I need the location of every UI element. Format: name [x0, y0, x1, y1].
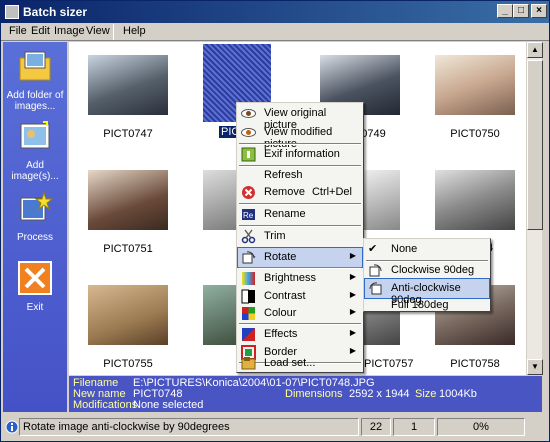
menu-item-brightness[interactable]: Brightness ▶ [238, 269, 362, 288]
rotate-icon [242, 251, 256, 264]
size-value: 1004Kb [439, 388, 477, 400]
folder-images-icon [19, 51, 51, 81]
submenu-arrow-icon: ▶ [349, 290, 356, 299]
thumbnail-pict0753[interactable] [364, 170, 400, 230]
exit-button[interactable]: Exit [3, 260, 67, 313]
scissors-icon [241, 229, 256, 244]
rotate-option-clockwise[interactable]: Clockwise 90deg [365, 261, 489, 280]
menu-view[interactable]: View [86, 25, 110, 37]
submenu-arrow-icon: ▶ [349, 328, 356, 337]
rename-icon: Re [242, 209, 255, 220]
menu-help[interactable]: Help [123, 25, 146, 37]
menu-edit[interactable]: Edit [31, 25, 50, 37]
exit-icon [18, 261, 52, 295]
eye-icon [241, 128, 256, 137]
thumbnail-caption: PICT0751 [103, 243, 153, 255]
status-progress: 0% [437, 418, 525, 436]
add-images-label: Add image(s)... [11, 160, 59, 182]
menu-item-rename[interactable]: Re Rename [238, 205, 362, 224]
menu-item-effects[interactable]: Effects ▶ [238, 325, 362, 344]
process-button[interactable]: Process [3, 190, 67, 243]
modifications-value: None selected [133, 399, 204, 411]
menu-item-load-set[interactable]: Load set... [238, 354, 362, 373]
checkmark-icon: ✔ [368, 243, 378, 255]
effects-icon [242, 328, 255, 341]
contrast-icon [241, 289, 255, 304]
thumbnail-pict0755[interactable] [88, 285, 168, 345]
status-bar: Rotate image anti-clockwise by 90degrees… [1, 414, 549, 441]
submenu-arrow-icon: ▶ [349, 251, 356, 260]
remove-shortcut: Ctrl+Del [311, 186, 352, 198]
rotate-option-full[interactable]: Full 180deg [365, 296, 489, 315]
close-button[interactable]: × [531, 4, 547, 18]
dimensions-value: 2592 x 1944 [349, 388, 410, 400]
submenu-arrow-icon: ▶ [349, 272, 356, 281]
scroll-thumb[interactable] [527, 60, 543, 230]
window-title: Batch sizer [23, 5, 88, 19]
app-window: Batch sizer _ □ × File Edit Image View H… [0, 0, 550, 442]
eye-icon [241, 109, 256, 118]
menu-image[interactable]: Image [54, 25, 85, 37]
rotate-clockwise-icon [369, 264, 382, 277]
status-count: 22 [361, 418, 391, 436]
minimize-button[interactable]: _ [497, 4, 513, 18]
menu-item-remove[interactable]: Remove Ctrl+Del [238, 183, 362, 202]
menu-item-exif[interactable]: Exif information [238, 145, 362, 164]
dimensions-label: Dimensions [285, 388, 343, 400]
scroll-down-arrow[interactable]: ▼ [527, 359, 543, 375]
context-menu: View original picture View modified pict… [236, 102, 364, 373]
add-images-button[interactable]: Add image(s)... [3, 118, 67, 182]
maximize-button[interactable]: □ [513, 4, 529, 18]
rotate-submenu: ✔ None Clockwise 90deg Anti-clockwise 90… [363, 238, 491, 312]
thumbnail-pict0756[interactable] [203, 285, 238, 345]
status-text: Rotate image anti-clockwise by 90degrees [19, 418, 359, 436]
submenu-arrow-icon: ▶ [349, 307, 356, 316]
thumbnail-pict0747[interactable] [88, 55, 168, 115]
sidebar: Add folder of images... Add image(s)... … [3, 42, 67, 412]
add-image-icon [20, 121, 50, 149]
exit-label: Exit [26, 302, 44, 313]
load-set-icon [241, 357, 256, 370]
rotate-anticlockwise-icon [369, 282, 382, 295]
remove-icon [242, 186, 255, 199]
thumbnail-caption: PICT0758 [450, 358, 500, 370]
info-panel: Filename E:\PICTURES\Konica\2004\01-07\P… [69, 376, 542, 412]
menu-item-view-original[interactable]: View original picture [238, 104, 362, 131]
thumbnail-pict0754[interactable] [435, 170, 515, 230]
info-icon [5, 420, 19, 434]
menu-item-trim[interactable]: Trim [238, 227, 362, 246]
menu-item-rotate[interactable]: Rotate ▶ [237, 247, 363, 268]
app-icon [5, 5, 19, 19]
add-folder-button[interactable]: Add folder of images... [3, 48, 67, 112]
process-icon [20, 191, 54, 221]
thumbnail-pict0751[interactable] [88, 170, 168, 230]
thumbnail-pict0750[interactable] [435, 55, 515, 115]
process-label: Process [16, 232, 54, 243]
thumbnail-caption: PICT0755 [103, 358, 153, 370]
title-bar: Batch sizer _ □ × [1, 1, 549, 23]
rotate-option-none[interactable]: ✔ None [365, 240, 489, 259]
add-folder-label: Add folder of images... [6, 90, 64, 112]
thumbnail-caption: PICT0750 [450, 128, 500, 140]
thumbnail-caption: PICT0757 [364, 358, 414, 370]
size-label: Size [415, 388, 437, 400]
thumbnail-caption: PICT0747 [103, 128, 153, 140]
brightness-icon [242, 272, 255, 285]
menu-file[interactable]: File [9, 25, 27, 37]
modifications-label: Modifications [73, 399, 138, 411]
colour-icon [242, 307, 255, 320]
vertical-scrollbar[interactable]: ▲ ▼ [526, 42, 543, 375]
menu-item-colour[interactable]: Colour ▶ [238, 304, 362, 323]
menu-item-view-modified[interactable]: View modified picture [238, 123, 362, 150]
menu-separator [113, 24, 114, 40]
status-selected: 1 [393, 418, 435, 436]
svg-text:Re: Re [243, 211, 254, 220]
scroll-up-arrow[interactable]: ▲ [527, 42, 543, 58]
exif-info-icon [241, 147, 256, 162]
menu-bar: File Edit Image View Help [1, 23, 549, 41]
